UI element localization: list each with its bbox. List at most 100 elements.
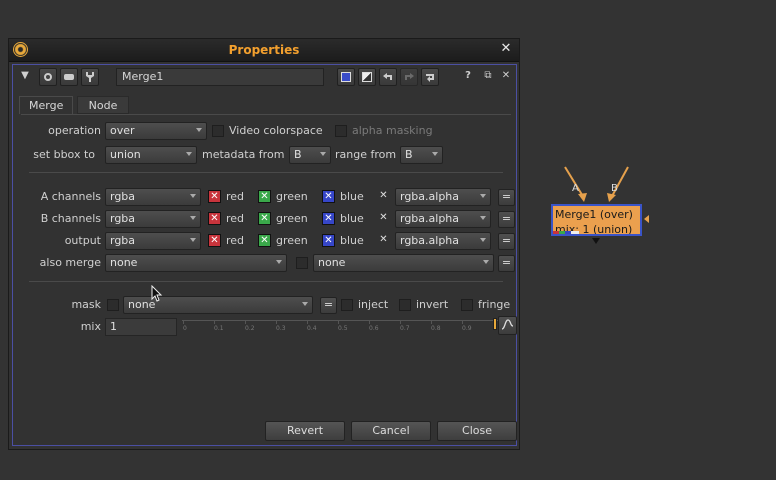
node-name-field[interactable]: Merge1 xyxy=(116,68,324,86)
red-label: red xyxy=(226,234,245,247)
invert-checkbox[interactable] xyxy=(399,299,411,311)
a-channels-dropdown[interactable]: rgba xyxy=(105,188,201,206)
animation-curve-icon[interactable] xyxy=(498,316,517,335)
title-bar[interactable]: Properties ✕ xyxy=(9,39,519,62)
alpha-masking-label: alpha masking xyxy=(352,124,433,137)
range-from-dropdown[interactable]: B xyxy=(400,146,443,164)
output-dropdown[interactable]: rgba xyxy=(105,232,201,250)
cancel-button[interactable]: Cancel xyxy=(351,421,431,441)
mask-link-button[interactable]: = xyxy=(320,297,337,314)
output-arrow-icon xyxy=(592,238,600,244)
b-green-checkbox[interactable]: ✕ xyxy=(258,212,271,225)
inject-checkbox[interactable] xyxy=(341,299,353,311)
b-alpha-checkbox[interactable]: ✕ xyxy=(377,212,390,225)
slider-handle[interactable] xyxy=(493,318,497,330)
node-title: Merge1 (over) xyxy=(555,208,633,221)
b-channels-value: rgba xyxy=(110,212,136,225)
also-merge-label: also merge xyxy=(39,256,101,269)
output-value: rgba xyxy=(110,234,136,247)
redo-icon[interactable] xyxy=(400,68,418,86)
alpha-masking-checkbox[interactable] xyxy=(335,125,347,137)
a-alpha-checkbox[interactable]: ✕ xyxy=(377,190,390,203)
close-window-icon[interactable]: ✕ xyxy=(499,42,513,56)
window-title: Properties xyxy=(228,43,300,57)
help-icon[interactable]: ? xyxy=(459,68,477,86)
merge-node[interactable]: Merge1 (over) mix: 1 (union) xyxy=(551,204,642,236)
tile-color-icon[interactable] xyxy=(358,68,376,86)
slider-tick-label: 0.4 xyxy=(307,325,317,332)
close-panel-icon[interactable]: ✕ xyxy=(497,68,515,86)
undo-icon[interactable] xyxy=(379,68,397,86)
slider-tick xyxy=(400,320,401,324)
b-alpha-value: rgba.alpha xyxy=(400,212,460,225)
fringe-checkbox[interactable] xyxy=(461,299,473,311)
b-red-checkbox[interactable]: ✕ xyxy=(208,212,221,225)
a-red-checkbox[interactable]: ✕ xyxy=(208,190,221,203)
metadata-from-value: B xyxy=(294,148,302,161)
blue-label: blue xyxy=(340,190,364,203)
output-blue-checkbox[interactable]: ✕ xyxy=(322,234,335,247)
b-channels-link-button[interactable]: = xyxy=(498,211,515,228)
metadata-from-dropdown[interactable]: B xyxy=(289,146,331,164)
slider-tick xyxy=(183,320,184,324)
collapse-panel-icon[interactable]: ▼ xyxy=(16,68,34,86)
tab-merge[interactable]: Merge xyxy=(19,96,74,114)
revert-knobs-icon[interactable] xyxy=(421,68,439,86)
mix-value-field[interactable]: 1 xyxy=(105,318,177,336)
red-label: red xyxy=(226,212,245,225)
a-alpha-dropdown[interactable]: rgba.alpha xyxy=(395,188,491,206)
output-alpha-dropdown[interactable]: rgba.alpha xyxy=(395,232,491,250)
output-alpha-checkbox[interactable]: ✕ xyxy=(377,234,390,247)
mask-checkbox[interactable] xyxy=(107,299,119,311)
mix-slider[interactable]: 0 0.1 0.2 0.3 0.4 0.5 0.6 0.7 0.8 0.9 xyxy=(182,318,498,334)
input-a-label: A xyxy=(572,183,579,194)
output-red-checkbox[interactable]: ✕ xyxy=(208,234,221,247)
slider-tick xyxy=(431,320,432,324)
a-blue-checkbox[interactable]: ✕ xyxy=(322,190,335,203)
divider xyxy=(29,172,503,173)
range-from-value: B xyxy=(405,148,413,161)
b-blue-checkbox[interactable]: ✕ xyxy=(322,212,335,225)
node-color-icon[interactable] xyxy=(60,68,78,86)
red-label: red xyxy=(226,190,245,203)
b-alpha-dropdown[interactable]: rgba.alpha xyxy=(395,210,491,228)
chevron-down-icon xyxy=(432,152,438,156)
settings-wrench-icon[interactable] xyxy=(81,68,99,86)
blue-label: blue xyxy=(340,212,364,225)
operation-label: operation xyxy=(48,124,101,137)
slider-tick-label: 0.7 xyxy=(400,325,410,332)
divider xyxy=(29,281,503,282)
node-subtitle: mix: 1 (union) xyxy=(555,223,633,236)
chevron-down-icon xyxy=(190,238,196,242)
slider-tick xyxy=(245,320,246,324)
green-label: green xyxy=(276,234,308,247)
node-color-picker-icon[interactable] xyxy=(337,68,355,86)
mix-label: mix xyxy=(80,320,101,333)
a-channels-link-button[interactable]: = xyxy=(498,189,515,206)
b-channels-dropdown[interactable]: rgba xyxy=(105,210,201,228)
slider-tick-label: 0.3 xyxy=(276,325,286,332)
a-green-checkbox[interactable]: ✕ xyxy=(258,190,271,203)
bbox-dropdown[interactable]: union xyxy=(105,146,197,164)
also-merge-checkbox[interactable] xyxy=(296,257,308,269)
chevron-down-icon xyxy=(320,152,326,156)
also-merge-dropdown-2[interactable]: none xyxy=(313,254,494,272)
revert-button[interactable]: Revert xyxy=(265,421,345,441)
float-panel-icon[interactable]: ⧉ xyxy=(479,68,497,86)
operation-dropdown[interactable]: over xyxy=(105,122,207,140)
chevron-down-icon xyxy=(483,260,489,264)
also-merge-link-button[interactable]: = xyxy=(498,255,515,272)
also-merge-dropdown-1[interactable]: none xyxy=(105,254,287,272)
b-channels-label: B channels xyxy=(40,212,101,225)
video-colorspace-checkbox[interactable] xyxy=(212,125,224,137)
slider-tick-label: 0.1 xyxy=(214,325,224,332)
mouse-cursor-icon xyxy=(151,285,163,302)
merge-tab-content: operation over Video colorspace alpha ma… xyxy=(21,114,517,440)
view-node-icon[interactable] xyxy=(39,68,57,86)
tab-node[interactable]: Node xyxy=(77,96,129,114)
chevron-down-icon xyxy=(190,194,196,198)
slider-track xyxy=(182,320,498,321)
output-green-checkbox[interactable]: ✕ xyxy=(258,234,271,247)
close-button[interactable]: Close xyxy=(437,421,517,441)
output-link-button[interactable]: = xyxy=(498,233,515,250)
